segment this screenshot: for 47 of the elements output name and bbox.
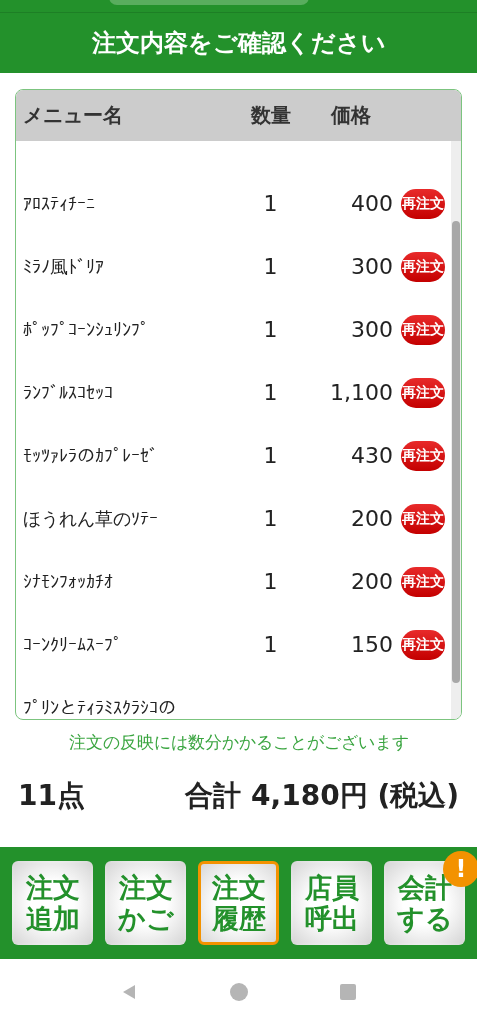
home-icon[interactable]: [228, 981, 249, 1002]
reorder-button[interactable]: 再注文: [401, 503, 445, 534]
price-cell-text: 400: [350, 191, 393, 216]
price-cell-text: 200: [350, 569, 393, 594]
quantity-cell-text: 1: [262, 443, 279, 468]
nav-button[interactable]: 店員呼出: [291, 861, 372, 945]
scrollbar[interactable]: [451, 141, 461, 719]
reorder-button[interactable]: 再注文: [401, 377, 445, 408]
item-count: 11点: [18, 778, 85, 814]
price-cell-text: 1,100: [329, 380, 393, 405]
price-cell-text: 300: [350, 317, 393, 342]
menu-item-name: ﾓｯﾂｧﾚﾗのｶﾌﾟﾚｰｾﾞ: [22, 445, 159, 466]
quantity-cell-text: 1: [262, 632, 279, 657]
nav-button[interactable]: 注文追加: [12, 861, 93, 945]
quantity-cell-text: 1: [262, 254, 279, 279]
quantity-cell-text: 1: [262, 380, 279, 405]
notice-text: 注文の反映には数分かかることがございます: [67, 731, 410, 754]
price-cell-text: 200: [350, 506, 393, 531]
price-cell-text: 150: [350, 632, 393, 657]
column-header: メニュー名: [22, 102, 124, 129]
quantity-cell-text: 1: [262, 569, 279, 594]
total-price: 合計 4,180円 (税込): [185, 778, 459, 814]
price-cell-text: 430: [350, 443, 393, 468]
menu-item-name: ほうれん草のｿﾃｰ: [22, 506, 159, 531]
menu-item-name: ﾎﾟｯﾌﾟｺｰﾝｼｭﾘﾝﾌﾟ: [22, 319, 150, 340]
quantity-cell-text: 1: [262, 191, 279, 216]
page-title: 注文内容をご確認ください: [91, 28, 386, 59]
menu-item-name: ｺｰﾝｸﾘｰﾑｽｰﾌﾟ: [22, 634, 123, 655]
nav-button[interactable]: 注文かご: [105, 861, 186, 945]
menu-item-name: ｼﾅﾓﾝﾌｫｯｶﾁｵ: [22, 571, 114, 592]
menu-item-name: ｱﾛｽﾃｨﾁｰﾆ: [22, 193, 96, 214]
menu-item-name: ﾐﾗﾉ風ﾄﾞﾘｱ: [22, 254, 105, 279]
menu-item-name: ﾌﾟﾘﾝとﾃｨﾗﾐｽｸﾗｼｺの: [22, 697, 177, 718]
reorder-button[interactable]: 再注文: [401, 629, 445, 660]
column-header: 数量: [249, 102, 292, 129]
reorder-button[interactable]: 再注文: [401, 440, 445, 471]
nav-button[interactable]: 注文履歴: [198, 861, 279, 945]
column-header: 価格: [329, 102, 372, 129]
recents-icon[interactable]: [337, 981, 358, 1002]
quantity-cell-text: 1: [262, 317, 279, 342]
reorder-button[interactable]: 再注文: [401, 188, 445, 219]
price-cell-text: 300: [350, 254, 393, 279]
reorder-button[interactable]: 再注文: [401, 251, 445, 282]
reorder-button[interactable]: 再注文: [401, 314, 445, 345]
menu-item-name: ﾗﾝﾌﾞﾙｽｺｾｯｺ: [22, 382, 114, 403]
quantity-cell-text: 1: [262, 506, 279, 531]
reorder-button[interactable]: 再注文: [401, 566, 445, 597]
